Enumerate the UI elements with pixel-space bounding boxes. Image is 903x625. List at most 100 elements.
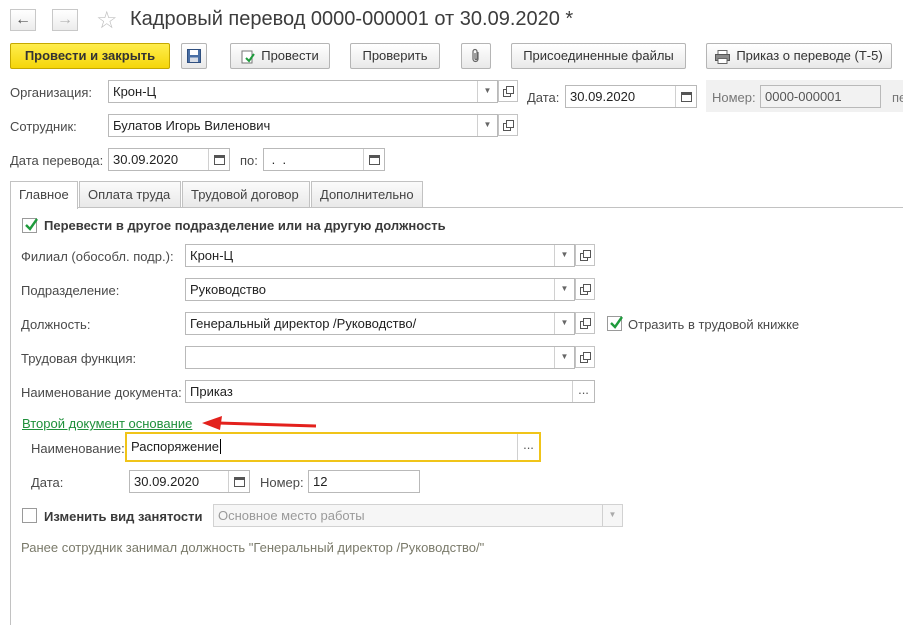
employee-value: Булатов Игорь Виленович (113, 118, 271, 133)
attach-button[interactable] (461, 43, 491, 69)
calendar-button[interactable] (228, 471, 249, 492)
number-field[interactable]: 0000-000001 (760, 85, 881, 108)
date-label: Дата: (527, 90, 560, 105)
chevron-down-icon[interactable]: ▼ (477, 115, 497, 136)
page-title: Кадровый перевод 0000-000001 от 30.09.20… (130, 8, 574, 30)
doc-name-value: Приказ (190, 384, 233, 399)
printer-icon (715, 49, 731, 64)
position-open-button[interactable] (575, 312, 595, 334)
to-date-field[interactable]: . . (263, 148, 385, 171)
labor-function-open-button[interactable] (575, 346, 595, 368)
chevron-down-icon[interactable]: ▼ (554, 347, 574, 368)
employment-type-field[interactable]: Основное место работы ▼ (213, 504, 623, 527)
change-employment-label: Изменить вид занятости (44, 509, 203, 524)
open-link-icon (503, 120, 514, 131)
chevron-down-icon[interactable]: ▼ (554, 279, 574, 300)
post-button[interactable]: Провести (230, 43, 330, 69)
to-date-value: . . (268, 152, 290, 167)
check-button[interactable]: Проверить (350, 43, 440, 69)
open-link-icon (580, 318, 591, 329)
department-value: Руководство (190, 282, 266, 297)
employee-label: Сотрудник: (10, 119, 77, 134)
transfer-checkbox-label: Перевести в другое подразделение или на … (44, 218, 446, 233)
open-link-icon (580, 250, 591, 261)
post-document-icon (241, 50, 256, 64)
second-date-value: 30.09.2020 (134, 474, 200, 489)
red-arrow-icon (202, 416, 317, 430)
forward-arrow-icon: → (57, 11, 73, 28)
transfer-date-field[interactable]: 30.09.2020 (108, 148, 230, 171)
second-number-field[interactable]: 12 (308, 470, 420, 493)
branch-value: Крон-Ц (190, 248, 234, 263)
post-and-close-button[interactable]: Провести и закрыть (10, 43, 170, 69)
department-open-button[interactable] (575, 278, 595, 300)
branch-field[interactable]: Крон-Ц ▼ (185, 244, 575, 267)
name-field[interactable]: Распоряжение ... (125, 432, 541, 462)
second-date-field[interactable]: 30.09.2020 (129, 470, 250, 493)
number-cut-label: пе (892, 90, 903, 105)
calendar-icon (234, 477, 245, 487)
transfer-date-value: 30.09.2020 (113, 152, 179, 167)
calendar-button[interactable] (363, 149, 384, 170)
position-field[interactable]: Генеральный директор /Руководство/ ▼ (185, 312, 575, 335)
attached-files-button[interactable]: Присоединенные файлы (511, 43, 686, 69)
department-field[interactable]: Руководство ▼ (185, 278, 575, 301)
select-button[interactable]: ... (572, 381, 594, 402)
branch-label: Филиал (обособл. подр.): (21, 249, 174, 264)
back-button[interactable]: ← (10, 9, 36, 31)
tab-divider (10, 207, 903, 208)
tab-additional[interactable]: Дополнительно (311, 181, 423, 208)
second-date-label: Дата: (31, 475, 64, 490)
employee-field[interactable]: Булатов Игорь Виленович ▼ (108, 114, 498, 137)
tab-payment[interactable]: Оплата труда (79, 181, 181, 208)
organization-open-button[interactable] (498, 80, 518, 102)
doc-name-field[interactable]: Приказ ... (185, 380, 595, 403)
name-label: Наименование: (31, 441, 125, 456)
change-employment-checkbox[interactable] (22, 508, 37, 523)
calendar-button[interactable] (675, 86, 696, 107)
organization-label: Организация: (10, 85, 93, 100)
checkmark-icon (610, 316, 623, 329)
labor-function-label: Трудовая функция: (21, 351, 137, 366)
workbook-label: Отразить в трудовой книжке (628, 317, 800, 332)
tab-labor-contract[interactable]: Трудовой договор (182, 181, 310, 208)
post-button-label: Провести (261, 48, 319, 63)
calendar-button[interactable] (208, 149, 229, 170)
favorite-star-icon[interactable]: ☆ (96, 6, 118, 35)
workbook-checkbox[interactable] (607, 316, 623, 331)
calendar-icon (214, 155, 225, 165)
back-arrow-icon: ← (15, 11, 31, 28)
chevron-down-icon[interactable]: ▼ (554, 313, 574, 334)
position-label: Должность: (21, 317, 91, 332)
select-button[interactable]: ... (517, 434, 539, 460)
number-label: Номер: (712, 90, 756, 105)
date-field[interactable]: 30.09.2020 (565, 85, 697, 108)
chevron-down-icon[interactable]: ▼ (602, 505, 622, 526)
organization-value: Крон-Ц (113, 84, 157, 99)
labor-function-field[interactable]: ▼ (185, 346, 575, 369)
previous-position-note: Ранее сотрудник занимал должность "Генер… (21, 540, 485, 555)
open-link-icon (580, 352, 591, 363)
branch-open-button[interactable] (575, 244, 595, 266)
employee-open-button[interactable] (498, 114, 518, 136)
chevron-down-icon[interactable]: ▼ (554, 245, 574, 266)
tab-main[interactable]: Главное (10, 181, 78, 209)
save-button[interactable] (181, 43, 207, 69)
chevron-down-icon[interactable]: ▼ (477, 81, 497, 102)
print-order-button[interactable]: Приказ о переводе (Т-5) (706, 43, 892, 69)
department-label: Подразделение: (21, 283, 120, 298)
name-value: Распоряжение (131, 439, 219, 454)
date-value: 30.09.2020 (570, 89, 636, 104)
transfer-date-label: Дата перевода: (10, 153, 104, 168)
calendar-icon (681, 92, 692, 102)
employment-type-value: Основное место работы (218, 508, 365, 523)
second-doc-link[interactable]: Второй документ основание (22, 416, 192, 431)
forward-button[interactable]: → (52, 9, 78, 31)
checkmark-icon (25, 218, 38, 231)
second-number-label: Номер: (260, 475, 304, 490)
transfer-checkbox[interactable] (22, 218, 38, 233)
to-label: по: (240, 153, 258, 168)
save-disk-icon (187, 49, 201, 63)
organization-field[interactable]: Крон-Ц ▼ (108, 80, 498, 103)
calendar-icon (369, 155, 380, 165)
